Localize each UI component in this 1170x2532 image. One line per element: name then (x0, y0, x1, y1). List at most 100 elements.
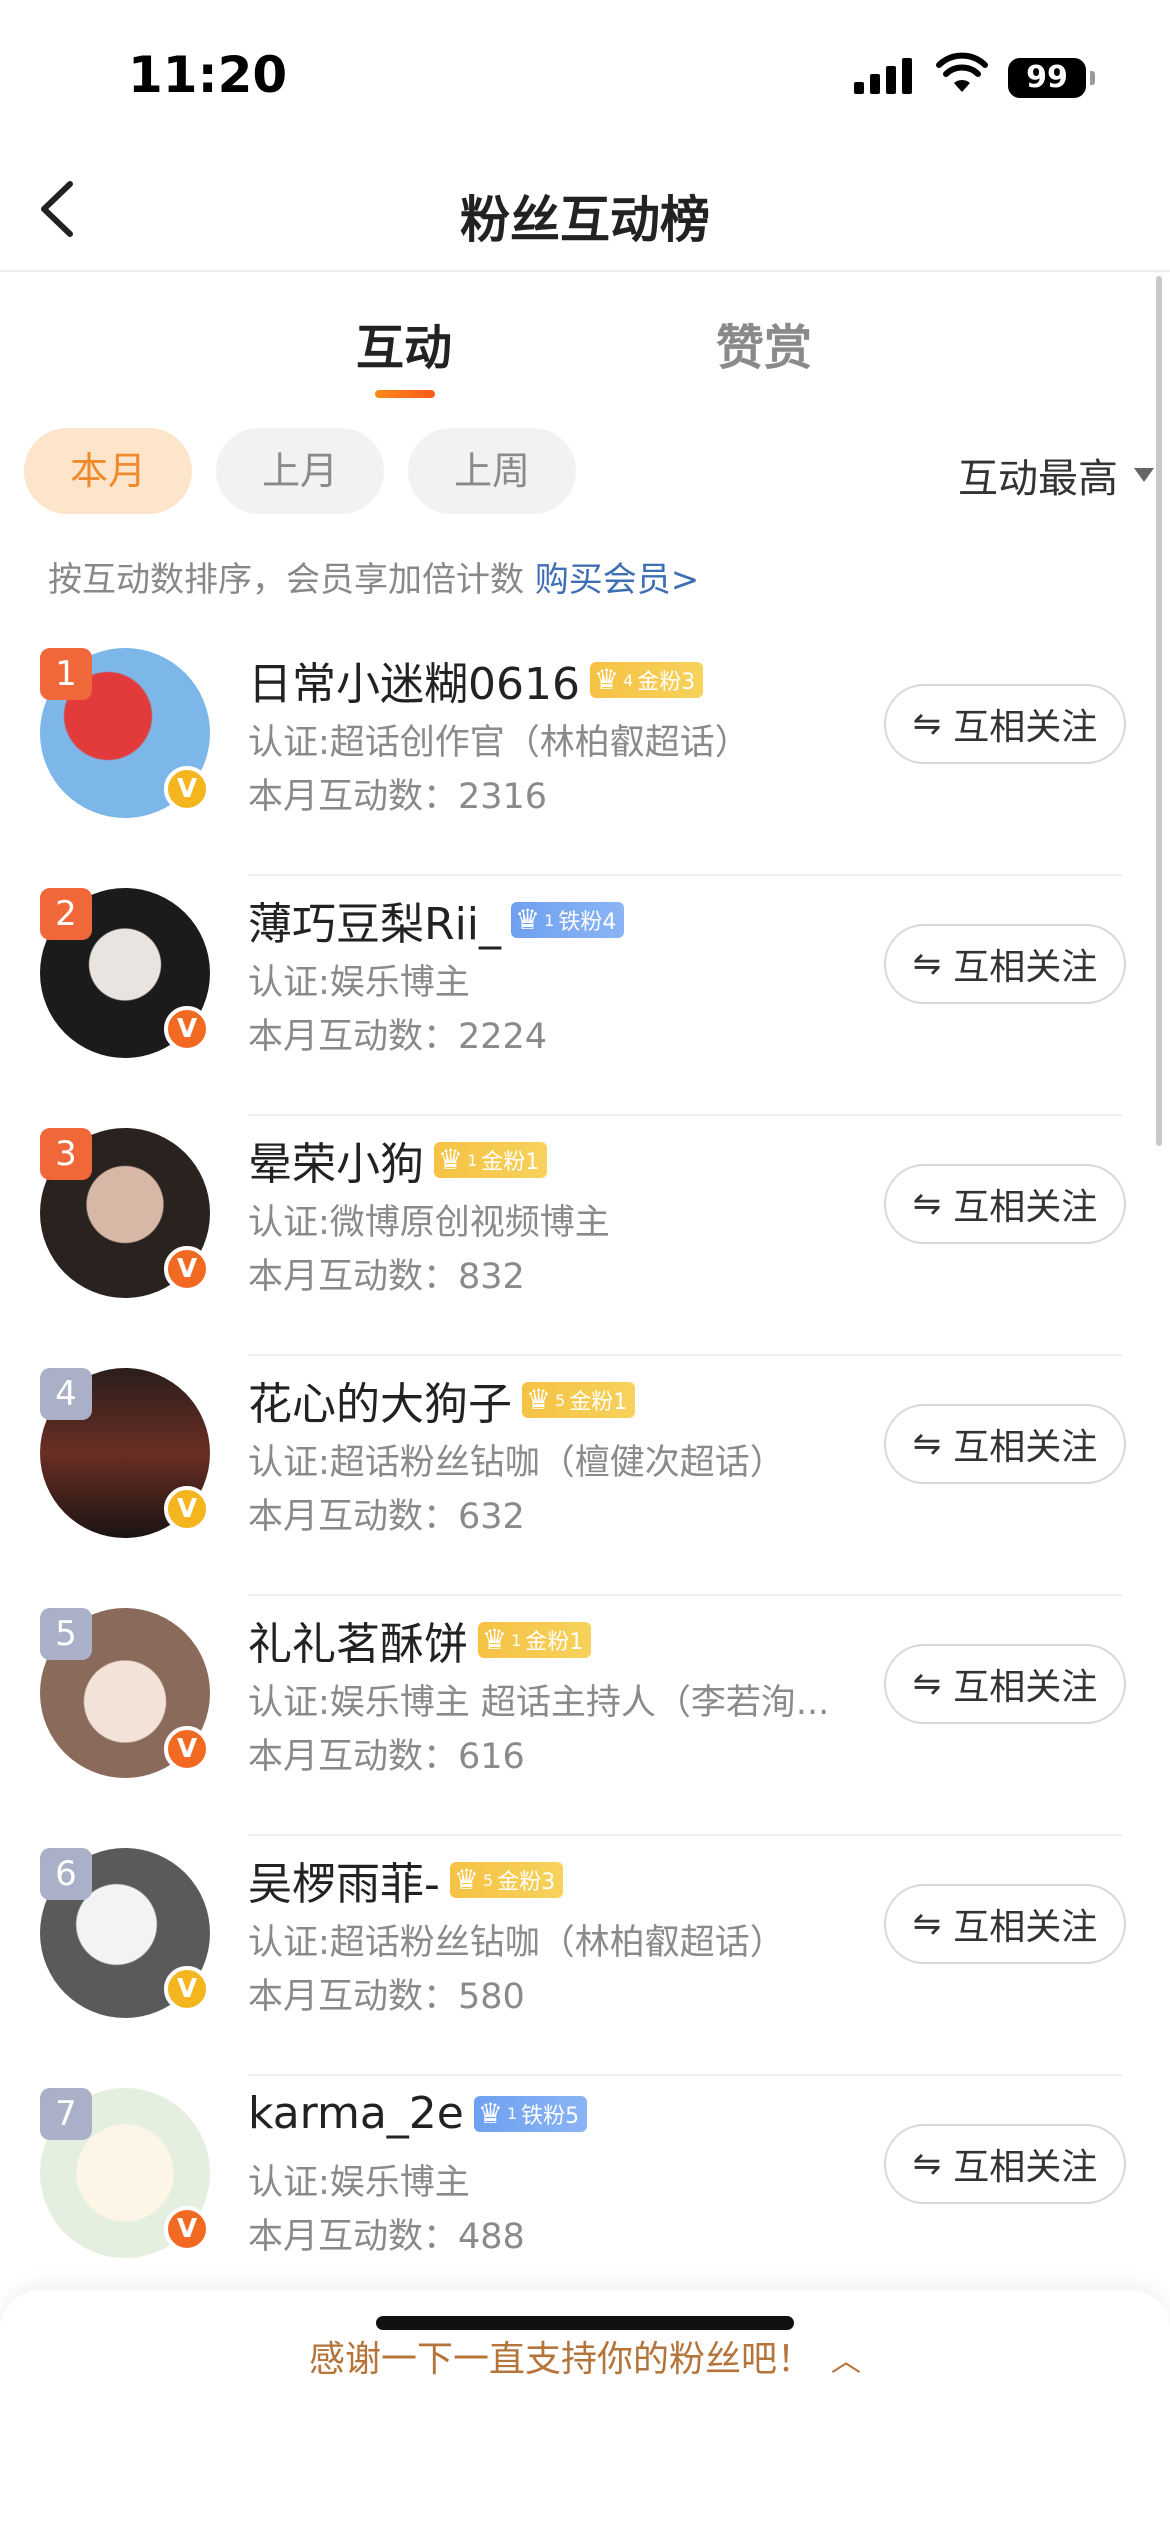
status-bar: 11:20 99 (0, 0, 1170, 150)
swap-arrows-icon: ⇋ (912, 1904, 942, 1944)
verified-icon: V (164, 1486, 210, 1532)
badge-label: 铁粉5 (521, 2103, 580, 2129)
swap-arrows-icon: ⇋ (912, 2144, 942, 2184)
fan-level-badge: ♛ 1 金粉1 (434, 1142, 548, 1178)
fan-name[interactable]: 薄巧豆梨Rii_ (248, 888, 501, 952)
fan-name[interactable]: 吴椤雨菲- (248, 1848, 440, 1912)
interaction-count: 本月互动数：832 (248, 1257, 525, 1297)
mutual-follow-button[interactable]: ⇋ 互相关注 (884, 1644, 1126, 1724)
rank-badge: 1 (40, 648, 92, 700)
badge-label: 金粉1 (569, 1390, 628, 1415)
thanks-prompt[interactable]: 感谢一下一直支持你的粉丝吧！ ︿ (0, 2330, 1170, 2382)
mutual-follow-button[interactable]: ⇋ 互相关注 (884, 1164, 1126, 1244)
crown-icon: ♛ (482, 1623, 508, 1656)
fan-level-badge: ♛ 5 金粉3 (449, 1862, 564, 1898)
buy-membership-link[interactable]: 购买会员> (535, 560, 700, 600)
certification-text: 认证:超话粉丝钻咖（林柏叡超话） (248, 1923, 785, 1963)
rank-badge: 7 (40, 2088, 92, 2140)
page-title: 粉丝互动榜 (460, 191, 710, 249)
tab-interaction[interactable]: 互动 (356, 308, 452, 378)
crown-icon: ♛ (526, 1383, 552, 1416)
name-line: 花心的大狗子 ♛ 5 金粉1 (248, 1368, 636, 1432)
crown-icon: ♛ (438, 1143, 464, 1176)
filter-last-month[interactable]: 上月 (216, 428, 384, 514)
certification-text: 认证:超话粉丝钻咖（檀健次超话） (248, 1443, 785, 1483)
chevron-up-icon: ︿ (831, 2344, 861, 2379)
badge-level: 1 (544, 910, 555, 930)
follow-label: 互相关注 (953, 1427, 1098, 1468)
fan-name[interactable]: 礼礼茗酥饼 (248, 1608, 468, 1672)
nav-bar: 粉丝互动榜 (0, 150, 1170, 272)
fan-name[interactable]: 日常小迷糊0616 (248, 648, 580, 712)
badge-level: 1 (467, 1150, 478, 1170)
name-line: 晕荣小狗 ♛ 1 金粉1 (248, 1128, 548, 1192)
battery-icon: 99 (1008, 58, 1095, 98)
fan-row[interactable]: 5 V 礼礼茗酥饼 ♛ 1 金粉1 认证:娱乐博主 超话主持人（李若洵... 本… (0, 1596, 1170, 1836)
swap-arrows-icon: ⇋ (912, 944, 942, 984)
fan-level-badge: ♛ 1 铁粉5 (473, 2095, 588, 2132)
badge-label: 金粉3 (497, 1870, 556, 1895)
fan-row[interactable]: 6 V 吴椤雨菲- ♛ 5 金粉3 认证:超话粉丝钻咖（林柏叡超话） 本月互动数… (0, 1836, 1170, 2076)
crown-icon: ♛ (593, 663, 620, 696)
badge-level: 1 (506, 2104, 518, 2123)
home-indicator (376, 2316, 794, 2330)
name-line: 吴椤雨菲- ♛ 5 金粉3 (248, 1848, 564, 1912)
fan-name[interactable]: 晕荣小狗 (248, 1128, 424, 1192)
badge-label: 铁粉4 (558, 910, 617, 935)
follow-label: 互相关注 (953, 1187, 1098, 1228)
swap-arrows-icon: ⇋ (912, 1184, 942, 1224)
verified-icon: V (164, 1246, 210, 1292)
crown-icon: ♛ (515, 903, 541, 936)
mutual-follow-button[interactable]: ⇋ 互相关注 (884, 2124, 1126, 2204)
follow-label: 互相关注 (953, 1667, 1098, 1708)
mutual-follow-button[interactable]: ⇋ 互相关注 (884, 924, 1126, 1004)
filter-last-week[interactable]: 上周 (408, 428, 576, 514)
cellular-signal-icon (854, 58, 912, 94)
rank-badge: 2 (40, 888, 92, 940)
thanks-text: 感谢一下一直支持你的粉丝吧！ (308, 2339, 813, 2380)
tab-bar: 互动 赞赏 (0, 300, 1170, 410)
follow-label: 互相关注 (953, 1907, 1098, 1948)
interaction-count: 本月互动数：616 (248, 1737, 525, 1777)
verified-icon: V (164, 1006, 210, 1052)
badge-level: 5 (555, 1390, 566, 1410)
mutual-follow-button[interactable]: ⇋ 互相关注 (884, 1404, 1126, 1484)
mutual-follow-button[interactable]: ⇋ 互相关注 (884, 684, 1126, 764)
fan-name[interactable]: 花心的大狗子 (248, 1368, 512, 1432)
badge-level: 4 (623, 670, 634, 690)
fan-row[interactable]: 4 V 花心的大狗子 ♛ 5 金粉1 认证:超话粉丝钻咖（檀健次超话） 本月互动… (0, 1356, 1170, 1596)
wifi-icon (936, 52, 988, 92)
tab-reward[interactable]: 赞赏 (716, 308, 812, 378)
interaction-count: 本月互动数：2224 (248, 1017, 548, 1057)
filter-this-month[interactable]: 本月 (24, 428, 192, 514)
certification-text: 认证:娱乐博主 (248, 2163, 470, 2203)
fan-level-badge: ♛ 1 金粉1 (478, 1622, 592, 1658)
interaction-count: 本月互动数：488 (248, 2217, 525, 2257)
verified-icon: V (164, 1966, 210, 2012)
sort-dropdown[interactable]: 互动最高 (958, 446, 1154, 504)
fan-level-badge: ♛ 5 金粉1 (522, 1382, 636, 1418)
fan-name[interactable]: karma_2e (248, 2088, 464, 2139)
fan-row[interactable]: 7 V karma_2e ♛ 1 铁粉5 认证:娱乐博主 本月互动数：488 ⇋… (0, 2076, 1170, 2316)
fan-level-badge: ♛ 4 金粉3 (589, 662, 704, 698)
certification-text: 认证:超话创作官（林柏叡超话） (248, 723, 750, 763)
hint-text: 按互动数排序，会员享加倍计数 (48, 560, 535, 600)
interaction-count: 本月互动数：2316 (248, 777, 548, 817)
fan-row[interactable]: 3 V 晕荣小狗 ♛ 1 金粉1 认证:微博原创视频博主 本月互动数：832 ⇋… (0, 1116, 1170, 1356)
badge-label: 金粉3 (637, 670, 696, 695)
rank-badge: 3 (40, 1128, 92, 1180)
fan-row[interactable]: 1 V 日常小迷糊0616 ♛ 4 金粉3 认证:超话创作官（林柏叡超话） 本月… (0, 636, 1170, 876)
follow-label: 互相关注 (953, 947, 1098, 988)
fan-row[interactable]: 2 V 薄巧豆梨Rii_ ♛ 1 铁粉4 认证:娱乐博主 本月互动数：2224 … (0, 876, 1170, 1116)
rank-badge: 5 (40, 1608, 92, 1660)
badge-level: 5 (483, 1870, 494, 1890)
mutual-follow-button[interactable]: ⇋ 互相关注 (884, 1884, 1126, 1964)
badge-label: 金粉1 (525, 1630, 584, 1655)
swap-arrows-icon: ⇋ (912, 1664, 942, 1704)
caret-down-icon (1134, 468, 1154, 482)
badge-level: 1 (511, 1630, 522, 1650)
swap-arrows-icon: ⇋ (912, 704, 942, 744)
name-line: 日常小迷糊0616 ♛ 4 金粉3 (248, 648, 704, 712)
period-filters: 本月 上月 上周 互动最高 (24, 428, 1154, 514)
sort-label: 互动最高 (958, 456, 1118, 502)
